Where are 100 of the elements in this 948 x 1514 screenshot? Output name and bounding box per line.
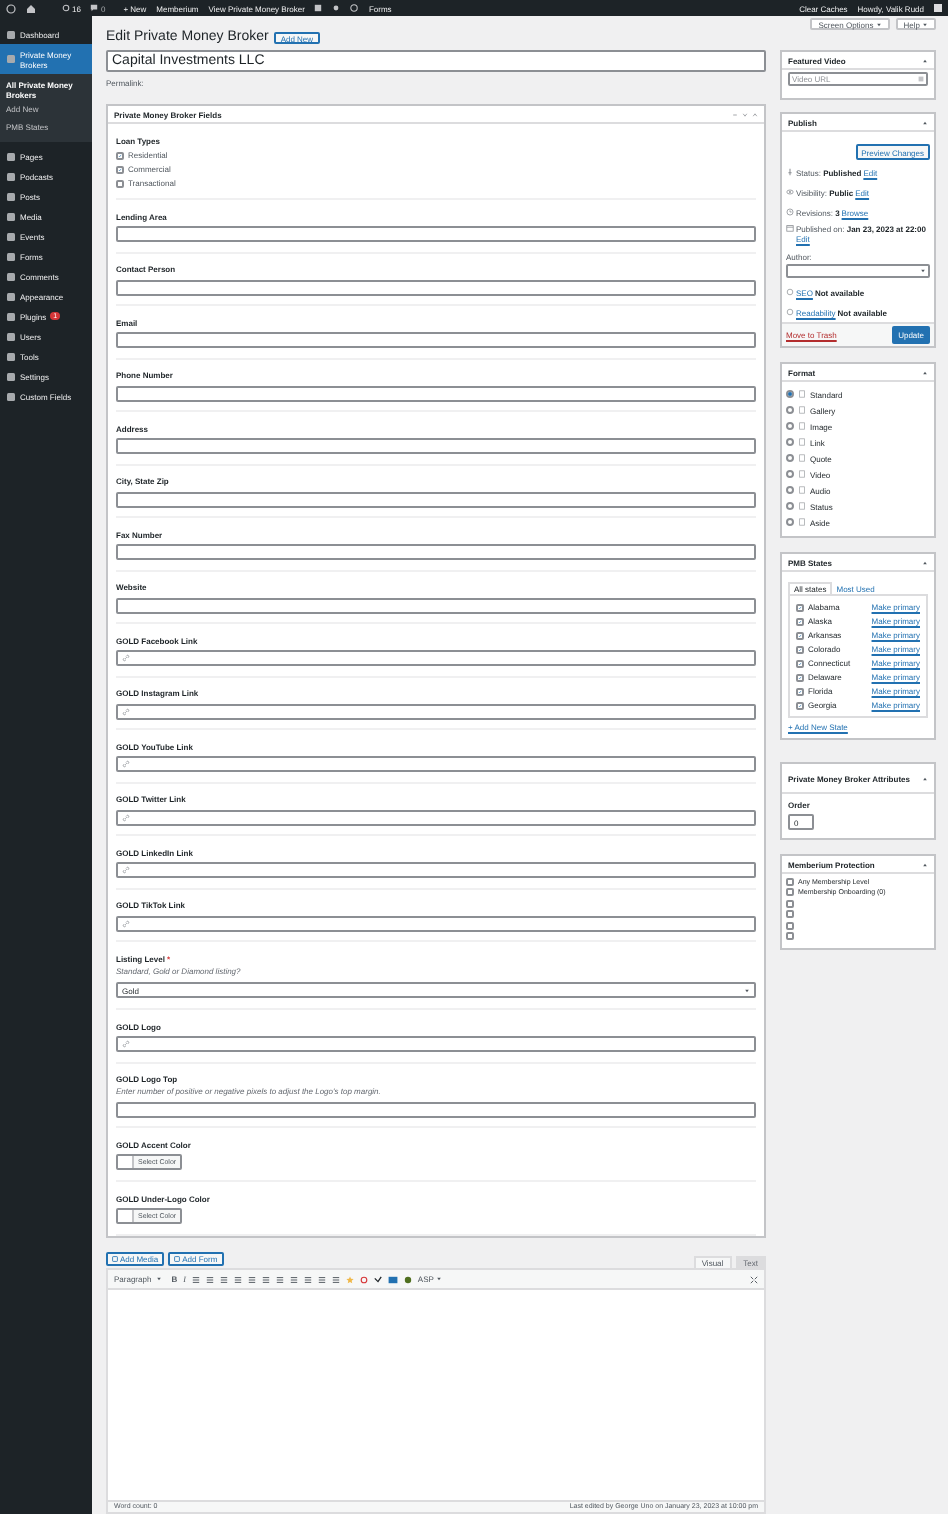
square-icon bbox=[6, 291, 16, 301]
collapse-arrow-icon[interactable] bbox=[922, 559, 928, 565]
input-field[interactable] bbox=[116, 650, 756, 666]
author-select[interactable] bbox=[786, 264, 930, 278]
lines-icon[interactable] bbox=[289, 1275, 298, 1283]
input-field[interactable] bbox=[116, 703, 756, 719]
link-icon bbox=[122, 866, 130, 874]
link-icon bbox=[122, 813, 130, 821]
refresh-icon[interactable] bbox=[62, 4, 70, 12]
checkbox[interactable] bbox=[796, 701, 804, 709]
caret-icon bbox=[920, 268, 926, 274]
input-field[interactable] bbox=[116, 332, 756, 348]
checkbox[interactable] bbox=[796, 631, 804, 639]
square-icon bbox=[6, 271, 16, 281]
radio-button[interactable] bbox=[786, 454, 794, 462]
checkbox[interactable] bbox=[786, 932, 794, 941]
square-icon bbox=[6, 191, 16, 201]
dot-icon[interactable] bbox=[403, 1275, 412, 1283]
calendar-icon bbox=[786, 224, 794, 232]
input-field[interactable] bbox=[116, 544, 756, 560]
dot-icon[interactable] bbox=[332, 4, 341, 12]
logo-icon[interactable] bbox=[6, 3, 16, 13]
lines-icon[interactable] bbox=[247, 1275, 256, 1283]
square-icon bbox=[6, 231, 16, 241]
check-icon[interactable] bbox=[373, 1275, 382, 1283]
square-icon[interactable] bbox=[314, 4, 323, 12]
input-field[interactable] bbox=[116, 597, 756, 613]
square-icon bbox=[6, 29, 16, 39]
checkbox[interactable] bbox=[116, 151, 124, 159]
checkbox[interactable] bbox=[786, 899, 794, 908]
radio-button[interactable] bbox=[786, 502, 794, 510]
link-icon bbox=[122, 1040, 130, 1048]
collapse-arrow-icon[interactable] bbox=[922, 775, 928, 781]
square-icon bbox=[6, 391, 16, 401]
radio-button[interactable] bbox=[786, 390, 794, 398]
circle-icon bbox=[786, 288, 794, 296]
input-field[interactable] bbox=[116, 915, 756, 931]
input-field[interactable] bbox=[116, 756, 756, 772]
input-field[interactable] bbox=[116, 226, 756, 242]
caret-icon bbox=[435, 1276, 442, 1282]
speech-bubble-icon[interactable] bbox=[90, 4, 99, 12]
square-icon bbox=[6, 54, 16, 64]
pin-icon bbox=[786, 168, 794, 176]
lines-icon[interactable] bbox=[317, 1275, 326, 1283]
radio-button[interactable] bbox=[786, 406, 794, 414]
checkbox[interactable] bbox=[796, 659, 804, 667]
collapse-arrow-icon[interactable] bbox=[922, 369, 928, 375]
input-field[interactable] bbox=[116, 385, 756, 401]
checkbox[interactable] bbox=[786, 921, 794, 930]
collapse-arrow-icon[interactable] bbox=[922, 119, 928, 125]
input-field[interactable] bbox=[116, 862, 756, 878]
input-field[interactable] bbox=[116, 279, 756, 295]
checkbox[interactable] bbox=[116, 165, 124, 173]
caret-icon bbox=[875, 21, 882, 27]
checkbox[interactable] bbox=[796, 617, 804, 625]
checkbox[interactable] bbox=[796, 645, 804, 653]
lines-icon[interactable] bbox=[303, 1275, 312, 1283]
rectangle-icon[interactable] bbox=[387, 1275, 398, 1283]
caret-icon bbox=[155, 1276, 162, 1282]
expand-icon[interactable] bbox=[750, 1275, 758, 1283]
radio-button[interactable] bbox=[786, 470, 794, 478]
checkbox[interactable] bbox=[786, 877, 794, 886]
circle-icon[interactable] bbox=[359, 1275, 368, 1283]
collapse-arrow-icon[interactable] bbox=[922, 861, 928, 867]
star-icon[interactable] bbox=[345, 1275, 354, 1283]
circle-icon bbox=[786, 308, 794, 316]
input-field[interactable] bbox=[116, 438, 756, 454]
clock-icon bbox=[786, 208, 794, 216]
caret-icon bbox=[744, 987, 750, 993]
checkbox[interactable] bbox=[796, 687, 804, 695]
eye-icon bbox=[786, 188, 794, 196]
checkbox[interactable] bbox=[796, 673, 804, 681]
checkbox[interactable] bbox=[786, 910, 794, 919]
input-field[interactable] bbox=[116, 491, 756, 507]
input-field[interactable] bbox=[116, 1101, 756, 1117]
input-field[interactable] bbox=[116, 809, 756, 825]
square-icon bbox=[6, 211, 16, 221]
collapse-arrow-icon[interactable] bbox=[922, 57, 928, 63]
input-field[interactable] bbox=[116, 1036, 756, 1052]
radio-button[interactable] bbox=[786, 486, 794, 494]
lines-icon[interactable] bbox=[275, 1275, 284, 1283]
radio-button[interactable] bbox=[786, 438, 794, 446]
checkbox[interactable] bbox=[796, 603, 804, 611]
radio-button[interactable] bbox=[786, 422, 794, 430]
lines-icon[interactable] bbox=[205, 1275, 214, 1283]
link-icon bbox=[122, 654, 130, 662]
checkbox[interactable] bbox=[116, 179, 124, 187]
lines-icon[interactable] bbox=[331, 1275, 340, 1283]
lines-icon[interactable] bbox=[219, 1275, 228, 1283]
square-icon bbox=[6, 351, 16, 361]
square-icon bbox=[6, 171, 16, 181]
link-icon bbox=[122, 919, 130, 927]
square-icon bbox=[6, 331, 16, 341]
lines-icon[interactable] bbox=[191, 1275, 200, 1283]
lines-icon[interactable] bbox=[233, 1275, 242, 1283]
checkbox[interactable] bbox=[786, 888, 794, 897]
radio-button[interactable] bbox=[786, 518, 794, 526]
link-icon bbox=[122, 707, 130, 715]
ring-icon[interactable] bbox=[350, 4, 359, 12]
lines-icon[interactable] bbox=[261, 1275, 270, 1283]
